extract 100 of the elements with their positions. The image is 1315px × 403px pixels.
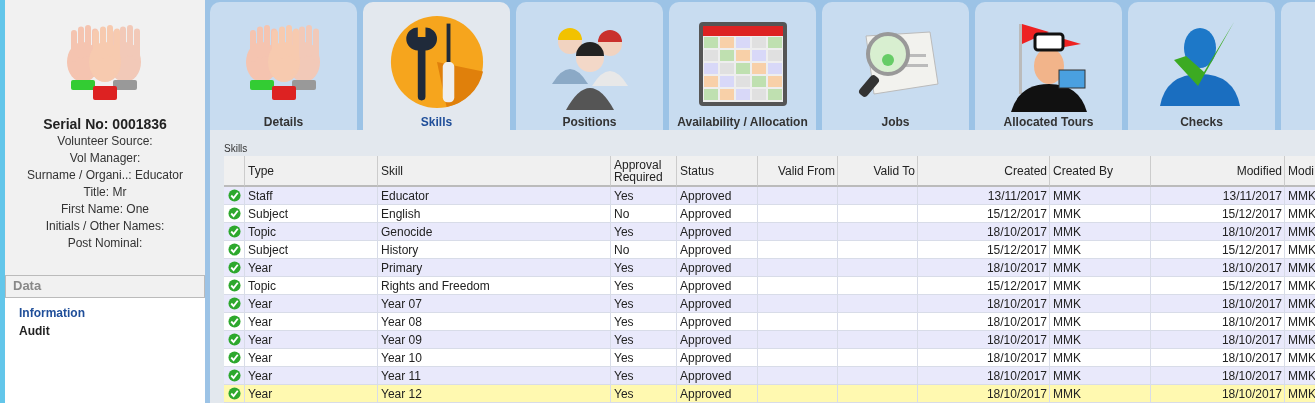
column-header[interactable]: Valid From <box>758 156 838 187</box>
panel-title: Skills <box>224 142 249 156</box>
table-cell: 15/12/2017 <box>1151 205 1285 223</box>
column-header[interactable]: Modi <box>1285 156 1315 187</box>
table-cell: Approved <box>677 367 758 385</box>
table-cell: MMK <box>1285 241 1315 259</box>
table-cell: Year <box>245 367 378 385</box>
table-cell: MMK <box>1050 385 1151 403</box>
table-cell: Approved <box>677 259 758 277</box>
table-cell: 15/12/2017 <box>1151 277 1285 295</box>
column-header[interactable]: Valid To <box>838 156 918 187</box>
table-cell: Year 09 <box>378 331 611 349</box>
table-cell: English <box>378 205 611 223</box>
table-cell: 13/11/2017 <box>1151 187 1285 205</box>
table-cell: MMK <box>1285 277 1315 295</box>
table-cell: No <box>611 241 677 259</box>
tab[interactable]: Availability / Allocation <box>669 2 816 130</box>
column-header[interactable]: Created <box>918 156 1050 187</box>
nav-link[interactable]: Audit <box>19 322 50 340</box>
table-cell: 18/10/2017 <box>1151 223 1285 241</box>
approved-icon <box>227 243 241 256</box>
table-cell: Topic <box>245 223 378 241</box>
table-cell: Year <box>245 385 378 403</box>
table-cell: MMK <box>1050 367 1151 385</box>
table-cell: 18/10/2017 <box>918 331 1050 349</box>
table-cell: Educator <box>378 187 611 205</box>
table-cell: MMK <box>1050 187 1151 205</box>
approved-icon <box>227 369 241 382</box>
profile-field: First Name: One <box>61 201 149 218</box>
table-cell: 18/10/2017 <box>918 223 1050 241</box>
tab[interactable]: Details <box>210 2 357 130</box>
table-cell: 18/10/2017 <box>918 349 1050 367</box>
table-cell: Yes <box>611 313 677 331</box>
column-header[interactable]: Type <box>245 156 378 187</box>
table-cell: 18/10/2017 <box>1151 259 1285 277</box>
tab[interactable]: Jobs <box>822 2 969 130</box>
table-cell: 15/12/2017 <box>918 241 1050 259</box>
tab[interactable]: Allocated Tours <box>975 2 1122 130</box>
table-cell: MMK <box>1285 313 1315 331</box>
profile-field: Vol Manager: <box>69 150 141 167</box>
table-cell: Year <box>245 259 378 277</box>
table-cell: 18/10/2017 <box>1151 313 1285 331</box>
table-cell: Year 07 <box>378 295 611 313</box>
table-cell: No <box>611 205 677 223</box>
table-cell: MMK <box>1285 385 1315 403</box>
approved-icon <box>227 315 241 328</box>
table-cell: MMK <box>1285 259 1315 277</box>
table-cell: 18/10/2017 <box>918 385 1050 403</box>
table-cell: Yes <box>611 385 677 403</box>
table-cell: Approved <box>677 313 758 331</box>
column-header[interactable]: Status <box>677 156 758 187</box>
table-cell: Year <box>245 295 378 313</box>
table-cell: Approved <box>677 241 758 259</box>
table-cell: Year <box>245 331 378 349</box>
table-cell: 18/10/2017 <box>918 367 1050 385</box>
tab[interactable]: Skills <box>363 2 510 130</box>
approved-icon <box>227 387 241 400</box>
table-cell: Subject <box>245 205 378 223</box>
table-cell: Year 12 <box>378 385 611 403</box>
approved-icon <box>227 207 241 220</box>
table-cell: MMK <box>1285 349 1315 367</box>
table-cell: 18/10/2017 <box>918 259 1050 277</box>
profile-field: Post Nominal: <box>67 235 143 252</box>
table-cell: MMK <box>1285 223 1315 241</box>
table-cell: 18/10/2017 <box>918 295 1050 313</box>
table-cell: Year <box>245 313 378 331</box>
column-header[interactable]: Approval Required <box>611 156 677 187</box>
table-cell: Year <box>245 349 378 367</box>
table-cell: Yes <box>611 295 677 313</box>
table-cell: MMK <box>1050 223 1151 241</box>
table-cell: MMK <box>1285 367 1315 385</box>
table-cell: Yes <box>611 331 677 349</box>
table-cell: 15/12/2017 <box>918 277 1050 295</box>
column-header[interactable]: Modified <box>1151 156 1285 187</box>
table-cell: Year 08 <box>378 313 611 331</box>
table-cell: Year 10 <box>378 349 611 367</box>
table-cell: MMK <box>1050 259 1151 277</box>
column-header[interactable]: Skill <box>378 156 611 187</box>
tab[interactable] <box>1281 2 1315 130</box>
tab[interactable]: Checks <box>1128 2 1275 130</box>
table-cell: 18/10/2017 <box>1151 295 1285 313</box>
approved-icon <box>227 333 241 346</box>
table-cell: Approved <box>677 277 758 295</box>
table-cell: MMK <box>1050 295 1151 313</box>
table-cell: Approved <box>677 349 758 367</box>
approved-icon <box>227 261 241 274</box>
column-header[interactable]: Created By <box>1050 156 1151 187</box>
nav-link[interactable]: Information <box>19 304 85 322</box>
table-cell: Yes <box>611 259 677 277</box>
profile-field: Initials / Other Names: <box>45 218 165 235</box>
table-cell: Genocide <box>378 223 611 241</box>
profile-field: Surname / Organi..: Educator <box>26 167 184 184</box>
approved-icon <box>227 279 241 292</box>
tab[interactable]: Positions <box>516 2 663 130</box>
table-cell: Primary <box>378 259 611 277</box>
table-cell: 18/10/2017 <box>1151 349 1285 367</box>
table-cell: Approved <box>677 385 758 403</box>
table-cell: 13/11/2017 <box>918 187 1050 205</box>
table-cell: Staff <box>245 187 378 205</box>
table-cell: Approved <box>677 331 758 349</box>
